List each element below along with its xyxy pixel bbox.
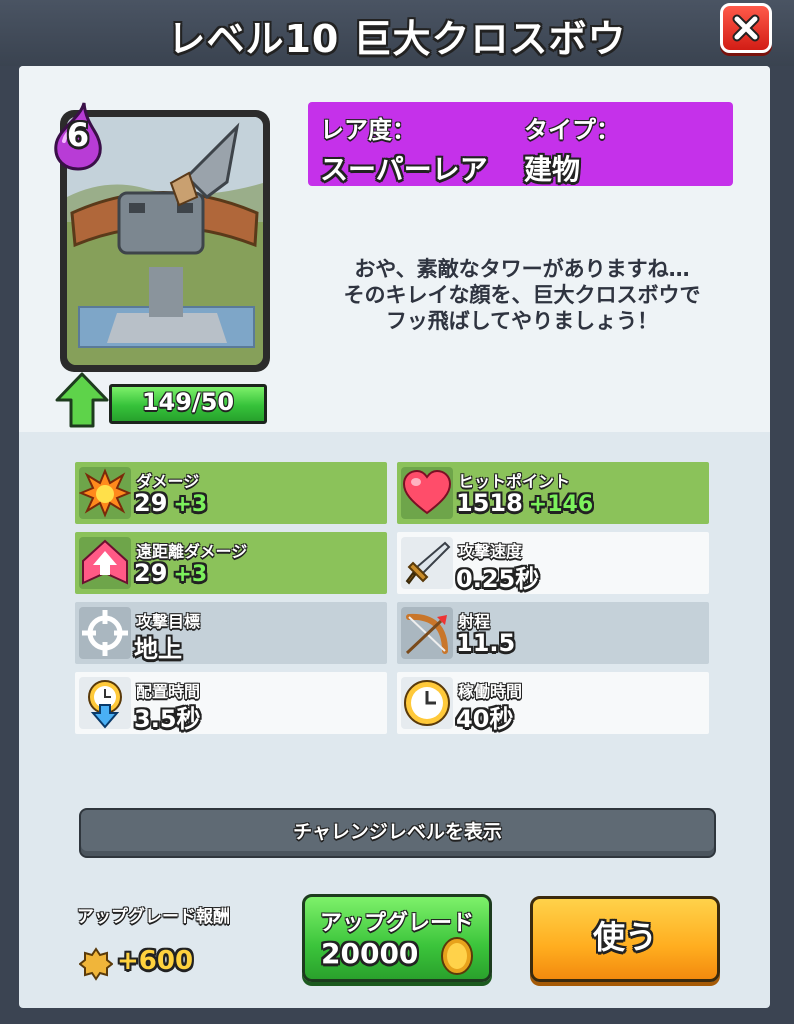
clock-icon — [401, 677, 453, 729]
deploy-clock-icon — [79, 677, 131, 729]
stat-value: 40秒 — [456, 705, 514, 733]
star-badge-icon — [79, 947, 113, 981]
elixir-cost: 6 — [66, 116, 90, 154]
gold-coin-icon — [441, 937, 473, 975]
description-line: おや、素敵なタワーがありますね… — [354, 257, 690, 281]
stat-lifetime: 稼働時間 40秒 — [397, 672, 709, 734]
stat-value: 29 +3 — [134, 559, 208, 587]
stat-value: 3.5秒 — [134, 705, 201, 733]
card-count: 149/50 — [141, 388, 235, 416]
heart-icon — [401, 467, 453, 519]
crosshair-icon — [79, 607, 131, 659]
rarity-label: レア度： — [320, 116, 416, 144]
use-button[interactable]: 使う — [530, 896, 720, 982]
stat-bonus: +3 — [173, 492, 208, 517]
page-title: レベル10 巨大クロスボウ — [167, 17, 627, 61]
up-arrow-icon — [55, 372, 109, 428]
stat-bonus: +146 — [528, 492, 594, 517]
description-line: フッ飛ばしてやりましょう！ — [385, 309, 659, 333]
stat-ranged-damage: 遠距離ダメージ 29 +3 — [75, 532, 387, 594]
stat-range: 射程 11.5 — [397, 602, 709, 664]
stat-value: 29 +3 — [134, 489, 208, 517]
upgrade-button-label: アップグレード — [319, 911, 474, 936]
type-label: タイプ： — [524, 116, 620, 144]
stat-value: 1518 +146 — [456, 489, 594, 517]
stat-bonus: +3 — [173, 562, 208, 587]
card-description: おや、素敵なタワーがありますね… そのキレイな顔を、巨大クロスボウで フッ飛ばし… — [287, 256, 757, 334]
show-challenge-level-button[interactable]: チャレンジレベルを表示 — [79, 808, 716, 858]
upgrade-cost: 20000 — [321, 937, 419, 970]
rarity-type-box: レア度： タイプ： スーパーレア 建物 — [308, 102, 733, 186]
ranged-arrow-icon — [79, 537, 131, 589]
explosion-icon — [79, 467, 131, 519]
rarity-value: スーパーレア — [320, 153, 488, 186]
bow-icon — [401, 607, 453, 659]
close-x-icon — [732, 14, 760, 42]
upgrade-reward-label: アップグレード報酬 — [77, 907, 230, 927]
description-line: そのキレイな顔を、巨大クロスボウで — [343, 283, 701, 307]
close-button[interactable] — [720, 3, 772, 53]
stat-value: 地上 — [134, 635, 182, 663]
stat-deploy-time: 配置時間 3.5秒 — [75, 672, 387, 734]
stat-value: 11.5 — [456, 629, 516, 657]
sword-icon — [401, 537, 453, 589]
type-value: 建物 — [524, 153, 581, 186]
stat-value: 0.25秒 — [456, 565, 540, 593]
card-info-panel: 6 149/50 レア度： タイプ： スーパーレア 建物 おや、素敵なタワーがあ… — [19, 66, 770, 1008]
stat-damage: ダメージ 29 +3 — [75, 462, 387, 524]
header-bar: レベル10 巨大クロスボウ — [0, 0, 794, 66]
upgrade-reward-value: +600 — [117, 946, 194, 976]
stat-targets: 攻撃目標 地上 — [75, 602, 387, 664]
stat-attack-speed: 攻撃速度 0.25秒 — [397, 532, 709, 594]
upgrade-button[interactable]: アップグレード 20000 — [302, 894, 492, 982]
stat-hitpoints: ヒットポイント 1518 +146 — [397, 462, 709, 524]
